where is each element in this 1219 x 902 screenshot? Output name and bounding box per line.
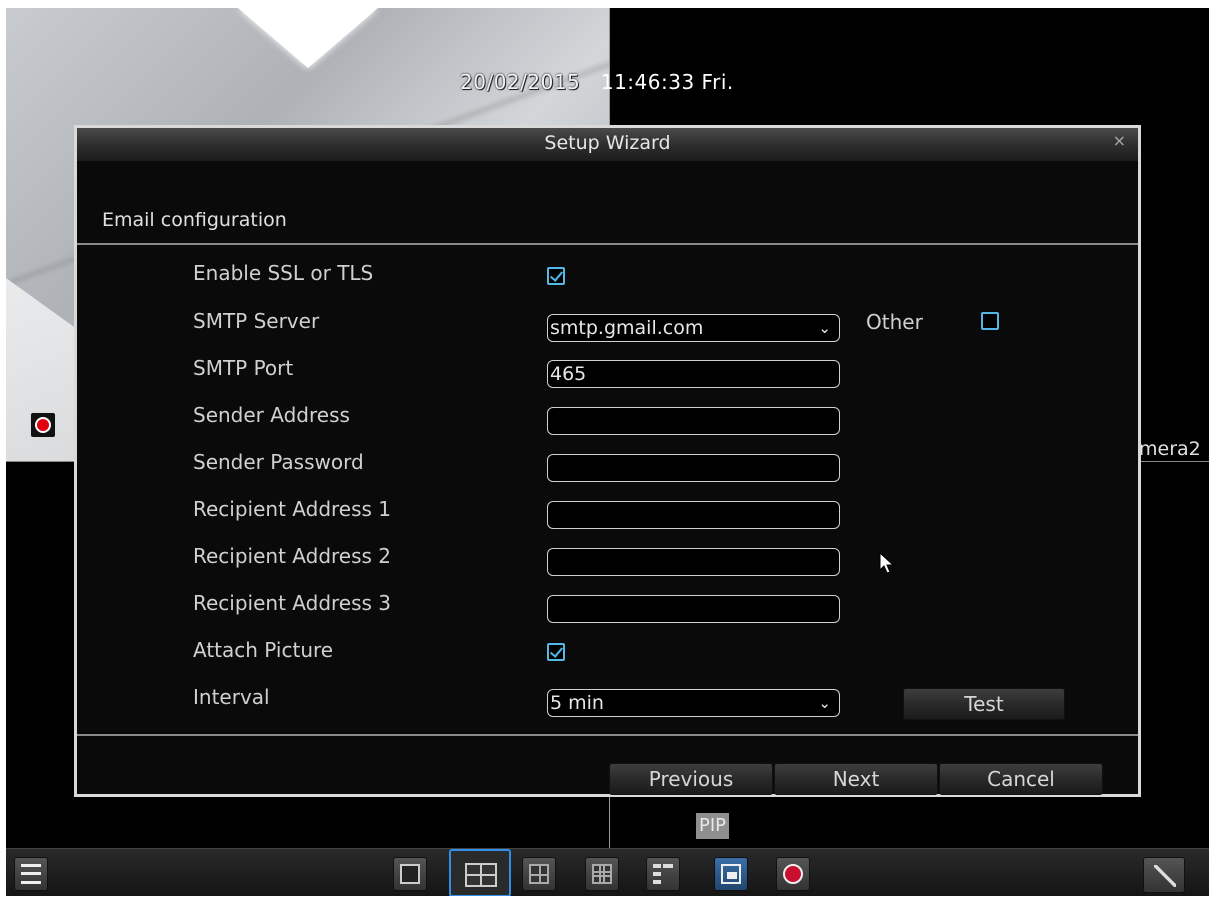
record-indicator-button[interactable] — [29, 411, 57, 439]
recipient-address-3-label: Recipient Address 3 — [193, 591, 392, 615]
chevron-down-icon: ⌄ — [818, 694, 831, 712]
wizard-icon — [1154, 865, 1176, 887]
section-title: Email configuration — [102, 209, 287, 231]
smtp-port-label: SMTP Port — [193, 356, 294, 380]
record-icon — [783, 864, 803, 884]
recipient-address-3-input[interactable] — [547, 595, 840, 623]
layout-1-icon — [400, 864, 420, 884]
enable-ssl-checkbox[interactable] — [547, 267, 565, 285]
enable-ssl-label: Enable SSL or TLS — [193, 261, 374, 285]
other-label: Other — [866, 310, 923, 334]
main-menu-button[interactable] — [14, 857, 48, 891]
pip-icon — [721, 864, 741, 884]
layout-9-button[interactable] — [585, 857, 619, 891]
smtp-server-value: smtp.gmail.com — [550, 317, 704, 339]
chevron-down-icon: ⌄ — [818, 319, 831, 337]
recipient-address-1-input[interactable] — [547, 501, 840, 529]
layout-6-button[interactable] — [522, 857, 556, 891]
close-icon[interactable]: × — [1113, 131, 1126, 150]
smtp-port-input[interactable]: 465 — [547, 360, 840, 388]
next-button[interactable]: Next — [774, 763, 938, 795]
interval-select[interactable]: 5 min ⌄ — [547, 689, 840, 717]
attach-picture-label: Attach Picture — [193, 638, 334, 662]
layout-4-icon — [465, 863, 497, 887]
manual-record-button[interactable] — [776, 857, 810, 891]
sequence-button[interactable] — [646, 857, 680, 891]
cancel-button[interactable]: Cancel — [939, 763, 1103, 795]
dialog-title: Setup Wizard — [544, 132, 671, 154]
date-text: 20/02/2015 — [460, 70, 581, 94]
divider — [77, 734, 1138, 736]
record-dot-icon — [35, 417, 51, 433]
pip-label: PIP — [696, 813, 730, 839]
date-time-overlay: 20/02/2015 11:46:33 Fri. — [460, 70, 734, 94]
divider — [77, 243, 1138, 245]
layout-4-button[interactable] — [449, 849, 511, 896]
other-checkbox[interactable] — [981, 312, 999, 330]
sender-password-label: Sender Password — [193, 450, 364, 474]
sender-address-label: Sender Address — [193, 403, 350, 427]
test-button[interactable]: Test — [903, 688, 1065, 720]
recipient-address-2-input[interactable] — [547, 548, 840, 576]
attach-picture-checkbox[interactable] — [547, 643, 565, 661]
sequence-icon — [653, 864, 673, 884]
sender-password-input[interactable] — [547, 454, 840, 482]
smtp-server-select[interactable]: smtp.gmail.com ⌄ — [547, 314, 840, 342]
layout-6-icon — [529, 864, 549, 884]
layout-9-icon — [592, 864, 612, 884]
camera-2-label: mera2 — [1139, 438, 1201, 460]
setup-wizard-button[interactable] — [1143, 857, 1185, 893]
setup-wizard-dialog: Setup Wizard × Email configuration Enabl… — [74, 125, 1141, 797]
recipient-address-2-label: Recipient Address 2 — [193, 544, 392, 568]
dvr-screen: 20/02/2015 11:46:33 Fri. mera2 PIP Setup… — [6, 8, 1209, 896]
interval-label: Interval — [193, 685, 270, 709]
bottom-taskbar — [6, 848, 1209, 896]
sender-address-input[interactable] — [547, 407, 840, 435]
mouse-pointer-icon — [879, 552, 895, 574]
smtp-server-label: SMTP Server — [193, 309, 320, 333]
dialog-titlebar[interactable]: Setup Wizard × — [77, 128, 1138, 161]
recipient-address-1-label: Recipient Address 1 — [193, 497, 392, 521]
interval-value: 5 min — [550, 692, 604, 714]
menu-icon — [21, 864, 41, 884]
layout-1-button[interactable] — [393, 857, 427, 891]
previous-button[interactable]: Previous — [609, 763, 773, 795]
time-text: 11:46:33 Fri. — [600, 70, 734, 94]
ceiling-light — [238, 8, 378, 68]
pip-button[interactable] — [714, 857, 748, 891]
